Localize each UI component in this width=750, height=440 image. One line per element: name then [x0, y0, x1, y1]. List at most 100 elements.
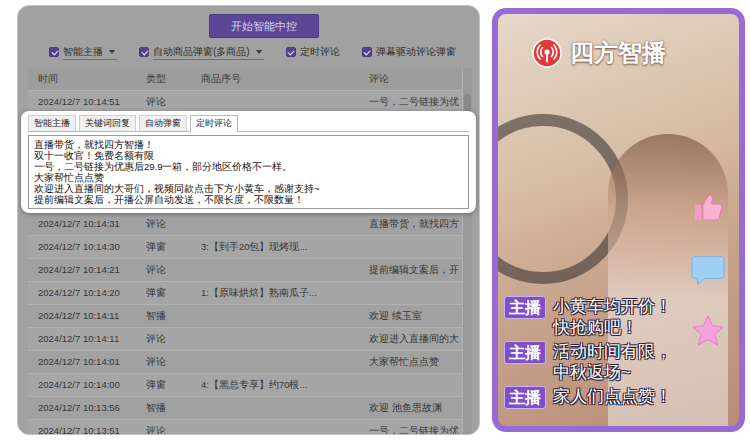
table-header: 时间类型商品序号评论 [28, 68, 462, 91]
table-cell: 2024/12/7 10:14:31 [28, 213, 136, 235]
option-select[interactable]: 自动商品弹窗(多商品) [153, 45, 264, 60]
popup-tab[interactable]: 智能主播 [28, 115, 76, 131]
table-cell: 2024/12/7 10:14:51 [28, 91, 136, 113]
chat-messages: 主播小黄车均开价！快抢购吧！主播活动时间有限，中秋返场~主播家人们点点赞！ [504, 296, 672, 409]
message-text: 家人们点点赞！ [553, 386, 672, 407]
role-badge: 主播 [504, 341, 546, 364]
table-cell: 2024/12/7 10:14:11 [28, 328, 136, 350]
dropdown-arrow-icon[interactable] [256, 50, 262, 54]
table-cell: 评论 [136, 351, 191, 373]
option-item[interactable]: 定时评论 [286, 45, 340, 59]
table-row[interactable]: 2024/12/7 10:14:20弹窗1:【原味烘焙】熟南瓜子... [28, 282, 462, 305]
table-cell: 欢迎 续玉室 [359, 305, 462, 327]
option-select[interactable]: 智能主播 [63, 45, 117, 60]
chat-message: 主播家人们点点赞！ [504, 386, 672, 409]
option-row: 智能主播 自动商品弹窗(多商品) 定时评论 弹幕驱动评论弹窗 [18, 45, 479, 59]
page: 开始智能中控智能主播 自动商品弹窗(多商品) 定时评论 弹幕驱动评论弹窗时间类型商品序… [0, 0, 750, 440]
option-label[interactable]: 自动商品弹窗(多商品) [153, 45, 250, 59]
table-cell: 2024/12/7 10:13:56 [28, 397, 136, 419]
comment-line: 一号，二号链接为优惠后29.9一箱，部分地区价格不一样。 [34, 161, 463, 172]
table-row[interactable]: 2024/12/7 10:13:56智播 欢迎 池鱼思故渊 [28, 397, 462, 420]
table-cell: 4:【黑总专享】约70根... [191, 374, 359, 396]
table-row[interactable]: 2024/12/7 10:14:11评论欢迎进入直播间的大 [28, 328, 462, 351]
table-cell [191, 397, 359, 419]
control-panel: 开始智能中控智能主播 自动商品弹窗(多商品) 定时评论 弹幕驱动评论弹窗时间类型商品序… [17, 5, 480, 435]
table-cell: 评论 [136, 420, 191, 435]
message-line: 快抢购吧！ [553, 317, 672, 338]
table-row[interactable]: 2024/12/7 10:13:51评论一号，二号链接为优 [28, 420, 462, 435]
table-cell: 欢迎 池鱼思故渊 [359, 397, 462, 419]
table-cell: 大家帮忙点点赞 [359, 351, 462, 373]
table-row[interactable]: 2024/12/7 10:14:01评论 大家帮忙点点赞 [28, 351, 462, 374]
table-cell [191, 259, 359, 281]
thumbs-up-icon [691, 190, 725, 224]
popup-tab[interactable]: 自动弹窗 [139, 115, 187, 131]
table-cell: 提前编辑文案后，开 [359, 259, 462, 281]
option-item[interactable]: 智能主播 [49, 45, 117, 60]
table-cell [191, 420, 359, 435]
brand-name: 四方智播 [570, 38, 666, 68]
table-row[interactable]: 2024/12/7 10:14:21评论 提前编辑文案后，开 [28, 259, 462, 282]
table-cell: 弹窗 [136, 282, 191, 304]
message-line: 家人们点点赞！ [553, 386, 672, 407]
comment-line: 直播带货，就找四方智播！ [34, 139, 463, 150]
table-cell: 2024/12/7 10:14:21 [28, 259, 136, 281]
option-item[interactable]: 自动商品弹窗(多商品) [139, 45, 264, 60]
live-preview: 四方智播主播小黄车均开价！快抢购吧！主播活动时间有限，中秋返场~主播家人们点点赞… [492, 8, 745, 432]
popup-tab[interactable]: 关键词回复 [79, 115, 136, 131]
option-checkbox[interactable] [362, 47, 372, 57]
dropdown-arrow-icon[interactable] [109, 50, 115, 54]
table-cell: 弹窗 [136, 374, 191, 396]
table-cell: 评论 [136, 259, 191, 281]
column-header[interactable]: 时间 [28, 68, 136, 90]
table-cell: 智播 [136, 305, 191, 327]
message-line: 活动时间有限， [553, 341, 672, 362]
option-select: 定时评论 [300, 45, 340, 59]
option-label[interactable]: 智能主播 [63, 45, 103, 59]
table-cell: 弹窗 [136, 236, 191, 258]
table-cell [359, 282, 462, 304]
table-cell: 2024/12/7 10:14:01 [28, 351, 136, 373]
table-cell: 2024/12/7 10:14:11 [28, 305, 136, 327]
table-row[interactable]: 2024/12/7 10:14:31评论 直播带货，就找四方 [28, 213, 462, 236]
chat-message: 主播小黄车均开价！快抢购吧！ [504, 296, 672, 338]
option-checkbox[interactable] [286, 47, 296, 57]
script-popup: 智能主播关键词回复自动弹窗定时评论直播带货，就找四方智播！双十一收官！免费名额有… [21, 111, 476, 213]
column-header[interactable]: 商品序号 [191, 68, 359, 90]
popup-tabs: 智能主播关键词回复自动弹窗定时评论 [28, 115, 469, 132]
table-cell: 一号，二号链接为优 [359, 91, 462, 113]
table-row[interactable]: 2024/12/7 10:14:11智播 欢迎 续玉室 [28, 305, 462, 328]
brand-logo: 四方智播 [532, 38, 666, 68]
message-text: 小黄车均开价！快抢购吧！ [553, 296, 672, 338]
role-badge: 主播 [504, 296, 546, 319]
option-checkbox[interactable] [49, 47, 59, 57]
table-cell: 3:【到手20包】现烤现... [191, 236, 359, 258]
toolbar: 开始智能中控 [18, 14, 479, 38]
table-cell [191, 328, 359, 350]
comment-textarea[interactable]: 直播带货，就找四方智播！双十一收官！免费名额有限一号，二号链接为优惠后29.9一… [28, 135, 469, 209]
table-cell [359, 374, 462, 396]
role-badge: 主播 [504, 386, 546, 409]
comment-line: 欢迎进入直播间的大哥们，视频同款点击下方小黄车，感谢支持~ [34, 183, 463, 194]
option-label[interactable]: 弹幕驱动评论弹窗 [376, 45, 456, 59]
table-row[interactable]: 2024/12/7 10:14:30弹窗3:【到手20包】现烤现... [28, 236, 462, 259]
table-cell: 智播 [136, 397, 191, 419]
option-checkbox[interactable] [139, 47, 149, 57]
table-cell [191, 351, 359, 373]
column-header[interactable]: 评论 [359, 68, 462, 90]
option-label[interactable]: 定时评论 [300, 45, 340, 59]
reaction-icons [691, 190, 725, 348]
option-select: 弹幕驱动评论弹窗 [376, 45, 456, 59]
table-cell: 评论 [136, 213, 191, 235]
column-header[interactable]: 类型 [136, 68, 191, 90]
chat-message: 主播活动时间有限，中秋返场~ [504, 341, 672, 383]
table-row[interactable]: 2024/12/7 10:14:00弹窗4:【黑总专享】约70根... [28, 374, 462, 397]
table-cell: 2024/12/7 10:14:30 [28, 236, 136, 258]
option-item[interactable]: 弹幕驱动评论弹窗 [362, 45, 456, 59]
popup-tab[interactable]: 定时评论 [190, 115, 238, 132]
start-button[interactable]: 开始智能中控 [209, 14, 319, 38]
table-cell: 直播带货，就找四方 [359, 213, 462, 235]
table-cell [191, 213, 359, 235]
log-table: 时间类型商品序号评论2024/12/7 10:14:51评论一号，二号链接为优智… [28, 68, 472, 435]
comment-line: 大家帮忙点点赞 [34, 172, 463, 183]
